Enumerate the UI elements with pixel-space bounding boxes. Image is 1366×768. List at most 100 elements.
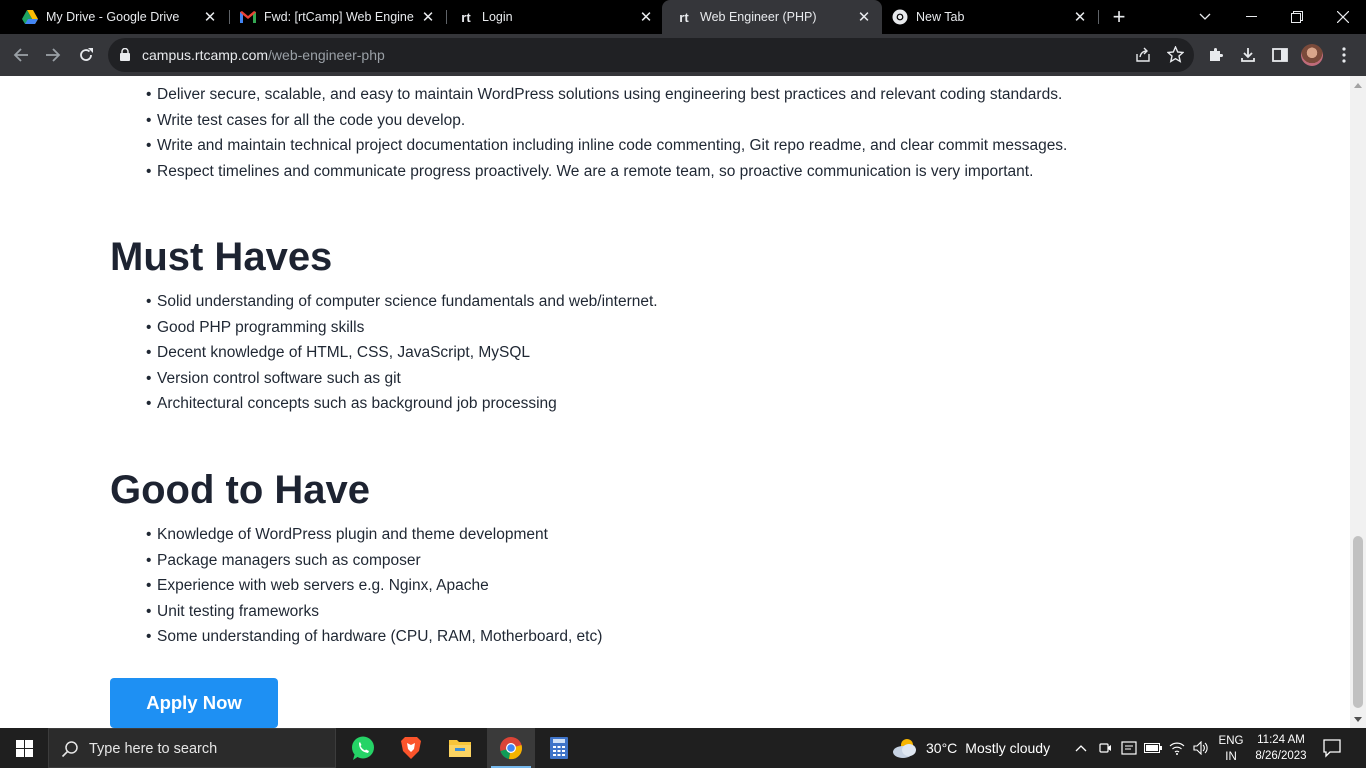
responsibilities-list: Deliver secure, scalable, and easy to ma…	[146, 84, 1067, 186]
list-item: Deliver secure, scalable, and easy to ma…	[146, 84, 1067, 110]
wifi-icon[interactable]	[1168, 739, 1186, 757]
partly-cloudy-icon	[893, 739, 916, 758]
bookmark-star-icon[interactable]	[1166, 45, 1185, 68]
tab-separator	[1098, 10, 1099, 24]
reload-icon	[80, 48, 93, 61]
taskbar-app-chrome[interactable]	[487, 728, 535, 768]
file-explorer-icon	[449, 740, 471, 757]
whatsapp-icon	[352, 736, 374, 760]
side-panel-button[interactable]	[1267, 42, 1293, 68]
downloads-button[interactable]	[1235, 42, 1261, 68]
tab-google-drive[interactable]: My Drive - Google Drive ✕	[8, 0, 228, 34]
action-center-button[interactable]	[1322, 738, 1342, 758]
tab-search-button[interactable]	[1182, 0, 1228, 34]
minimize-icon	[1245, 16, 1257, 17]
close-icon[interactable]: ✕	[202, 9, 218, 26]
must-haves-heading: Must Haves	[110, 235, 333, 279]
good-to-have-heading: Good to Have	[110, 468, 371, 512]
list-item: Experience with web servers e.g. Nginx, …	[146, 575, 602, 601]
extensions-button[interactable]	[1203, 42, 1229, 68]
list-item: Knowledge of WordPress plugin and theme …	[146, 524, 602, 550]
list-item: Unit testing frameworks	[146, 601, 602, 627]
scrollbar-thumb[interactable]	[1353, 536, 1363, 708]
forward-button[interactable]	[40, 42, 66, 68]
input-language[interactable]: ENG IN	[1216, 733, 1246, 765]
taskbar-app-whatsapp[interactable]	[339, 728, 387, 768]
search-placeholder: Type here to search	[89, 741, 218, 757]
chevron-down-icon	[1199, 13, 1211, 20]
side-panel-icon	[1272, 48, 1288, 62]
address-bar[interactable]: campus.rtcamp.com/web-engineer-php	[108, 38, 1194, 72]
show-hidden-icons-chevron-icon[interactable]	[1072, 739, 1090, 757]
close-icon[interactable]: ✕	[1072, 9, 1088, 26]
calculator-icon	[550, 737, 568, 759]
weather-widget[interactable]: 30°C Mostly cloudy	[892, 728, 1050, 768]
tab-title: New Tab	[916, 10, 965, 24]
list-item: Package managers such as composer	[146, 550, 602, 576]
tab-gmail[interactable]: Fwd: [rtCamp] Web Engineer ✕	[226, 0, 446, 34]
close-icon[interactable]: ✕	[420, 9, 436, 26]
new-tab-button[interactable]: +	[1106, 4, 1132, 29]
lock-icon	[120, 47, 130, 66]
close-icon[interactable]: ✕	[638, 9, 654, 26]
list-item: Good PHP programming skills	[146, 317, 658, 343]
share-icon[interactable]	[1135, 47, 1151, 68]
tab-strip: My Drive - Google Drive ✕ Fwd: [rtCamp] …	[0, 0, 1366, 34]
must-haves-list: Solid understanding of computer science …	[146, 291, 658, 419]
restore-icon	[1291, 11, 1303, 23]
meet-now-icon[interactable]	[1096, 739, 1114, 757]
minimize-button[interactable]	[1228, 0, 1274, 34]
list-item: Respect timelines and communicate progre…	[146, 161, 1067, 187]
list-item: Version control software such as git	[146, 368, 658, 394]
search-icon	[61, 740, 79, 763]
start-button[interactable]	[0, 728, 48, 768]
notification-icon	[1323, 739, 1341, 758]
notification-app-icon[interactable]	[1120, 739, 1138, 757]
taskbar-app-file-explorer[interactable]	[436, 728, 484, 768]
apply-now-button[interactable]: Apply Now	[110, 678, 278, 728]
system-clock[interactable]: 11:24 AM 8/26/2023	[1250, 732, 1312, 764]
volume-icon[interactable]	[1192, 739, 1210, 757]
taskbar-app-calculator[interactable]	[535, 728, 583, 768]
close-icon[interactable]: ✕	[856, 9, 872, 26]
puzzle-icon	[1210, 48, 1223, 61]
reload-button[interactable]	[73, 42, 99, 68]
scroll-up-arrow[interactable]	[1350, 78, 1366, 92]
list-item: Solid understanding of computer science …	[146, 291, 658, 317]
windows-taskbar: Type here to search 30°C Mostly cloudy E…	[0, 728, 1366, 768]
download-icon	[1241, 48, 1255, 62]
restore-button[interactable]	[1274, 0, 1320, 34]
gmail-icon	[240, 9, 256, 25]
close-icon	[1337, 11, 1349, 23]
profile-avatar[interactable]	[1301, 44, 1323, 66]
brave-icon	[401, 737, 421, 759]
region-code: IN	[1225, 751, 1237, 763]
rtcamp-icon: rt	[679, 9, 689, 25]
clock-date: 8/26/2023	[1255, 750, 1307, 762]
tab-title: Fwd: [rtCamp] Web Engineer	[264, 10, 414, 24]
clock-time: 11:24 AM	[1257, 734, 1305, 746]
browser-toolbar: campus.rtcamp.com/web-engineer-php	[0, 34, 1366, 76]
tab-web-engineer-php[interactable]: rt Web Engineer (PHP) ✕	[662, 0, 882, 34]
url-text: campus.rtcamp.com/web-engineer-php	[142, 47, 385, 63]
good-to-have-list: Knowledge of WordPress plugin and theme …	[146, 524, 602, 652]
chrome-icon	[892, 9, 908, 25]
rtcamp-icon: rt	[461, 9, 471, 25]
chrome-menu-button[interactable]	[1331, 42, 1357, 68]
chrome-icon	[500, 737, 522, 760]
weather-temperature: 30°C	[926, 740, 958, 756]
window-close-button[interactable]	[1320, 0, 1366, 34]
page-scrollbar[interactable]	[1350, 76, 1366, 728]
list-item: Write and maintain technical project doc…	[146, 135, 1067, 161]
scroll-down-arrow[interactable]	[1350, 712, 1366, 726]
arrow-left-icon	[13, 48, 28, 62]
list-item: Some understanding of hardware (CPU, RAM…	[146, 626, 602, 652]
taskbar-app-brave[interactable]	[387, 728, 435, 768]
tab-login[interactable]: rt Login ✕	[444, 0, 664, 34]
google-drive-icon	[22, 9, 38, 25]
taskbar-search-box[interactable]: Type here to search	[48, 728, 336, 768]
tab-new-tab[interactable]: New Tab ✕	[878, 0, 1098, 34]
back-button[interactable]	[8, 42, 34, 68]
list-item: Architectural concepts such as backgroun…	[146, 393, 658, 419]
battery-icon[interactable]	[1144, 739, 1162, 757]
